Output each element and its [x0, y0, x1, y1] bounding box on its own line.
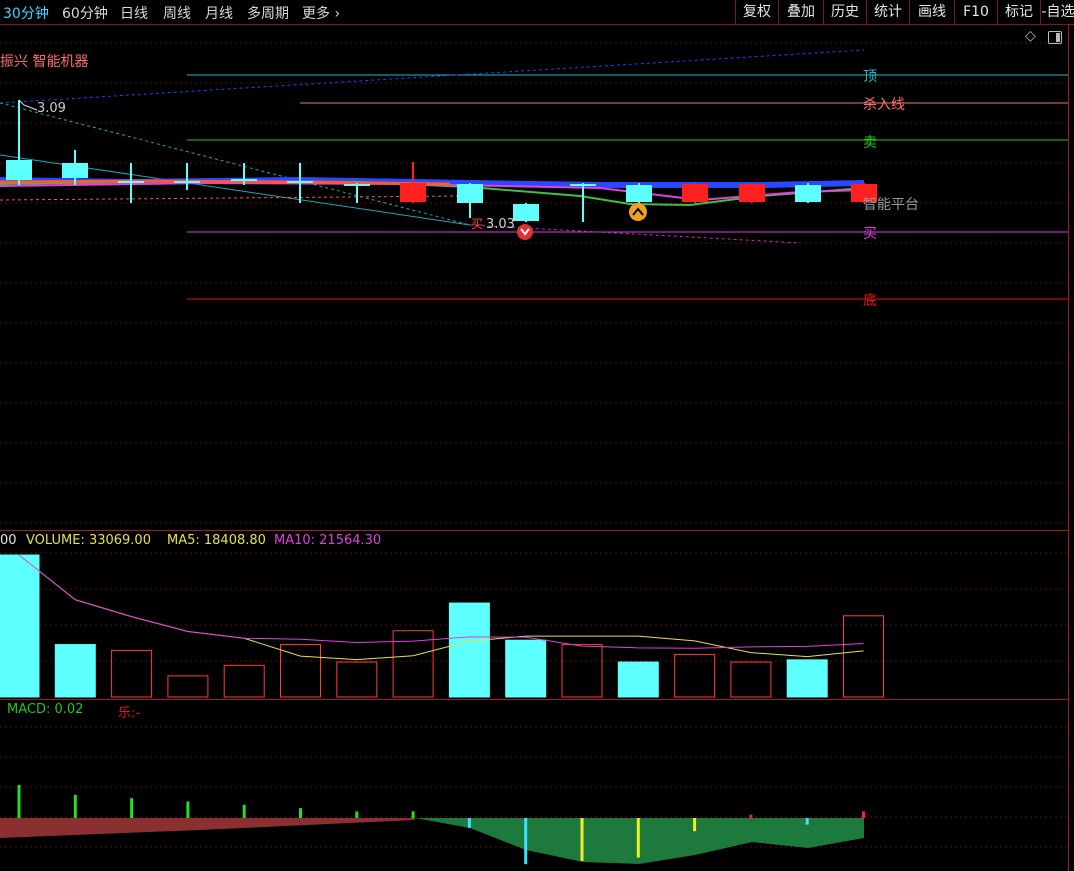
candle-body — [287, 181, 313, 183]
sell-signal-icon — [629, 203, 647, 221]
candle-body — [231, 179, 257, 181]
stock-title: 振兴 智能机器 — [0, 54, 89, 70]
candle-body — [344, 184, 370, 186]
buy-signal-circle — [517, 224, 533, 240]
candle-body — [795, 185, 821, 202]
volume-bar — [505, 639, 547, 698]
level-platform-label: 智能平台 — [863, 197, 919, 213]
candle-body — [174, 181, 200, 183]
candle-body — [513, 204, 539, 221]
volume-bar — [223, 664, 265, 698]
volume-bar — [843, 615, 884, 698]
level-bottom-label: 底 — [863, 293, 877, 309]
price-low-label: 3.03 — [486, 217, 515, 232]
candle-body — [400, 183, 426, 202]
candle-body — [118, 181, 144, 183]
volume-bar — [336, 661, 378, 698]
volume-prefix: 00 — [0, 533, 17, 548]
macd-value-label: MACD: 0.02 — [7, 702, 84, 717]
candle-body — [626, 185, 652, 202]
candle-body — [570, 184, 596, 186]
volume-bar — [0, 554, 40, 698]
high-pointer — [18, 99, 38, 111]
level-top-label: 顶 — [863, 69, 877, 85]
macd-histogram — [0, 785, 865, 865]
main-price-chart — [0, 49, 1068, 300]
diamond-icon[interactable]: ◇ — [1025, 28, 1036, 44]
grid-lines — [0, 42, 1068, 848]
volume-bars — [0, 554, 884, 698]
ma5-label: MA5: 18408.80 — [167, 533, 266, 548]
trend-line-upper — [0, 49, 865, 104]
volume-bar — [54, 644, 96, 698]
level-sell-label: 卖 — [863, 135, 877, 151]
candle-body — [62, 163, 88, 178]
candle-body — [682, 184, 708, 202]
buy-mark-label: 买 — [471, 217, 484, 231]
volume-bar — [280, 644, 321, 698]
volume-bar — [730, 661, 772, 698]
level-buy-label: 买 — [863, 226, 877, 242]
macd-extra-label: 乐:- — [118, 706, 141, 721]
volume-bar — [448, 602, 490, 698]
sell-signal-circle — [629, 203, 647, 221]
candle-body — [6, 160, 32, 180]
volume-bar — [617, 661, 659, 698]
ma10-line — [18, 554, 864, 649]
volume-bar — [167, 675, 209, 698]
ma-line-dashed — [0, 195, 461, 201]
volume-bar — [786, 659, 828, 698]
buy-signal-icon — [517, 224, 533, 240]
candle-body — [457, 184, 483, 203]
window-toggle-fill — [1056, 33, 1060, 42]
price-high-label: 3.09 — [37, 101, 66, 116]
window-toggle-icon[interactable] — [1048, 31, 1062, 44]
kline-chart[interactable] — [0, 0, 1074, 871]
volume-ma-lines — [18, 554, 864, 661]
ma10-label: MA10: 21564.30 — [274, 533, 382, 548]
volume-value-label: VOLUME: 33069.00 — [26, 533, 151, 548]
level-kill-label: 杀入线 — [863, 97, 905, 113]
volume-bar — [111, 649, 153, 698]
candle-body — [739, 184, 765, 202]
macd-dea-area-red — [0, 818, 415, 838]
volume-bar — [561, 644, 603, 698]
ma5-line — [18, 554, 864, 661]
